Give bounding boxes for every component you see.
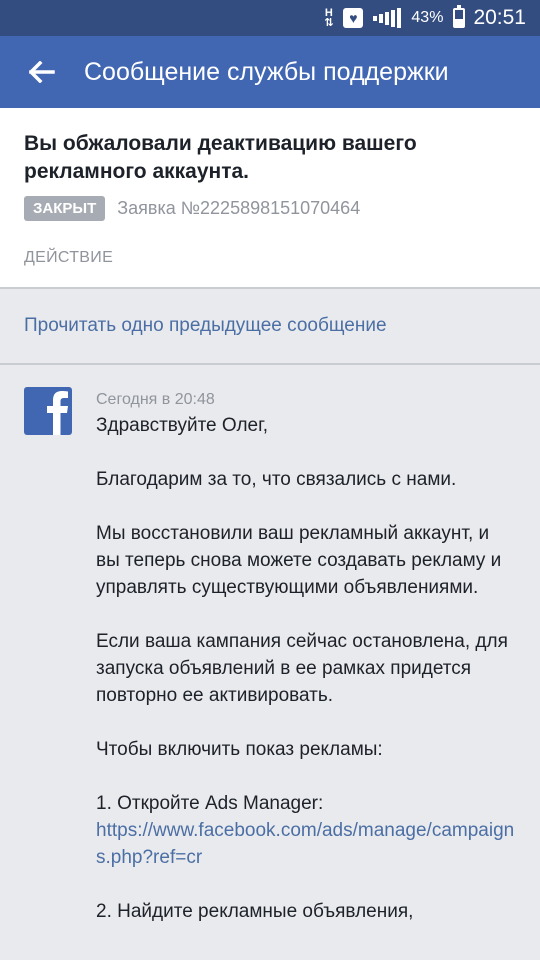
ticket-meta: ЗАКРЫТ Заявка №2225898151070464	[24, 196, 516, 221]
battery-fill	[455, 19, 464, 26]
message-paragraph: Благодарим за то, что связались с нами.	[96, 469, 457, 490]
ticket-headline: Вы обжаловали деактивацию вашего рекламн…	[24, 132, 417, 183]
clock: 20:51	[473, 6, 526, 29]
ticket-number: Заявка №2225898151070464	[117, 198, 361, 218]
facebook-icon	[24, 387, 72, 435]
page-title: Сообщение службы поддержки	[84, 57, 449, 86]
message-text: Здравствуйте Олег, Благодарим за то, что…	[96, 412, 516, 925]
message-step: 1. Откройте Ads Manager: https://www.fac…	[96, 790, 516, 871]
message-timestamp: Сегодня в 20:48	[96, 391, 215, 408]
message-greeting: Здравствуйте Олег,	[96, 415, 269, 436]
arrow-left-icon	[29, 61, 55, 83]
signal-strength-icon	[373, 8, 402, 28]
message-paragraph: Если ваша кампания сейчас остановлена, д…	[96, 631, 508, 706]
battery-percent: 43%	[411, 9, 444, 26]
status-badge: ЗАКРЫТ	[24, 196, 106, 221]
app-bar: Сообщение службы поддержки	[0, 36, 540, 108]
message-paragraph: Чтобы включить показ рекламы:	[96, 739, 383, 760]
heart-notification-icon: ♥	[343, 8, 364, 28]
battery-icon	[453, 5, 466, 28]
network-h-icon: H ⇅	[324, 7, 334, 29]
action-label: ДЕЙСТВИЕ	[24, 249, 114, 266]
step-2-text: 2. Найдите рекламные объявления,	[96, 901, 414, 922]
previous-messages-row[interactable]: Прочитать одно предыдущее сообщение	[0, 289, 540, 365]
message-paragraph: Мы восстановили ваш рекламный аккаунт, и…	[96, 523, 502, 598]
read-previous-link[interactable]: Прочитать одно предыдущее сообщение	[24, 315, 387, 337]
ads-manager-link[interactable]: https://www.facebook.com/ads/manage/camp…	[96, 817, 516, 871]
step-1-text: 1. Откройте Ads Manager:	[96, 793, 324, 814]
back-button[interactable]	[0, 36, 84, 108]
ticket-header: Вы обжаловали деактивацию вашего рекламн…	[0, 108, 540, 289]
message-body: Сегодня в 20:48 Здравствуйте Олег, Благо…	[96, 387, 516, 925]
status-bar: H ⇅ ♥ 43% 20:51	[0, 0, 540, 36]
support-message: Сегодня в 20:48 Здравствуйте Олег, Благо…	[0, 365, 540, 925]
